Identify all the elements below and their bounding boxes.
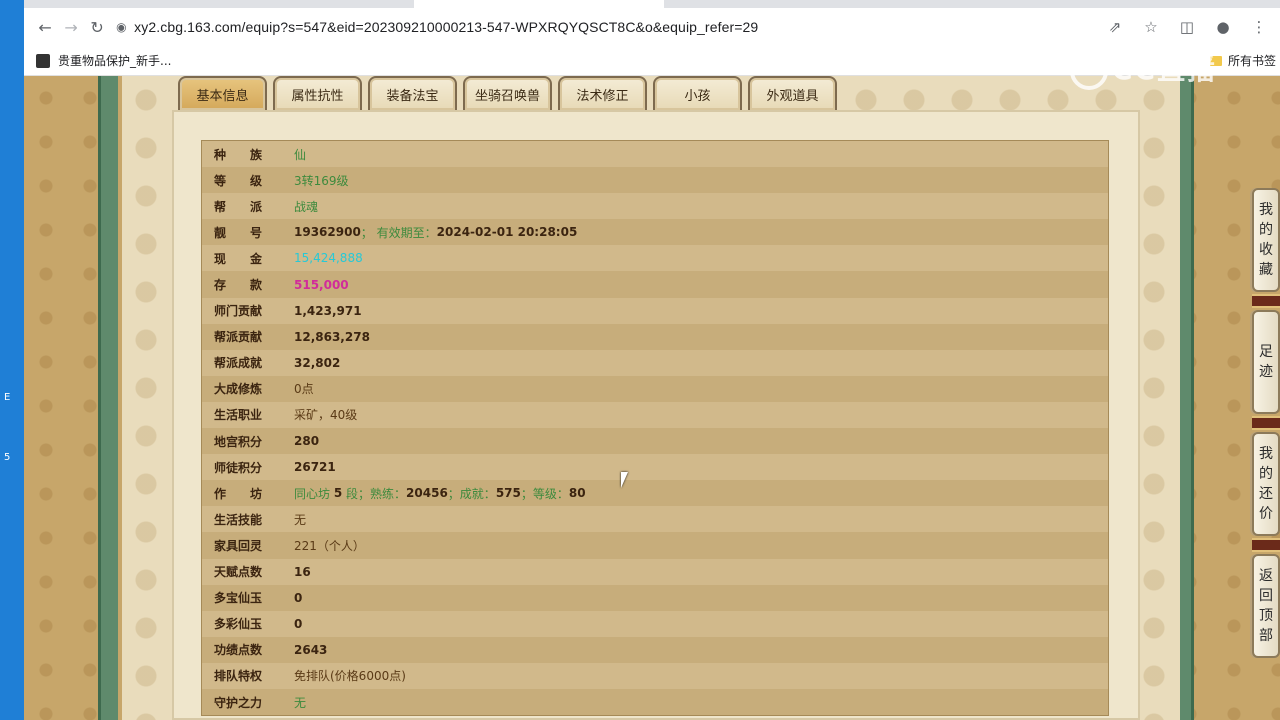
table-row: 功绩点数 2643	[202, 636, 1108, 663]
table-row: 现金 15,424,888	[202, 245, 1108, 272]
my-favorites-button[interactable]: 我的收藏	[1252, 188, 1280, 292]
table-row: 帮派贡献 12,863,278	[202, 323, 1108, 350]
table-row: 多彩仙玉 0	[202, 610, 1108, 637]
panel-border-left	[98, 76, 118, 720]
menu-icon[interactable]: ⋮	[1246, 14, 1272, 40]
table-row: 存款 515,000	[202, 271, 1108, 298]
watermark: CC直播	[1070, 48, 1217, 90]
active-browser-tab[interactable]	[414, 0, 664, 8]
site-info-icon[interactable]: ◉	[116, 20, 134, 34]
history-button[interactable]: 足迹	[1252, 310, 1280, 414]
table-row: 作坊 同心坊 5 段；熟练： 20456 ；成就： 575 ；等级： 80	[202, 480, 1108, 507]
basic-info-table: 种族仙 等级 3转169级 帮派 战魂 靓号 19362900； 有效期至： 2024-…	[201, 140, 1109, 717]
table-row: 大成修炼 0点	[202, 375, 1108, 402]
back-icon[interactable]: ←	[32, 13, 58, 41]
bookmark-favicon-icon	[36, 53, 50, 68]
tab-equipment[interactable]: 装备法宝	[368, 76, 457, 110]
bookmark-item[interactable]: 贵重物品保护_新手...	[58, 52, 171, 69]
background-window-strip: E 5	[0, 0, 24, 720]
browser-toolbar: ← → ↻ ◉ xy2.cbg.163.com/equip?s=547&eid=…	[24, 8, 1280, 46]
table-row: 生活职业 采矿，40级	[202, 401, 1108, 429]
scroll-divider	[1252, 416, 1280, 430]
table-row: 排队特权 免排队(价格6000点)	[202, 662, 1108, 689]
address-bar[interactable]: ◉ xy2.cbg.163.com/equip?s=547&eid=202309…	[116, 12, 1102, 42]
table-row: 帮派成就 32,802	[202, 349, 1108, 376]
table-row: 靓号 19362900； 有效期至： 2024-02-01 20:28:05	[202, 219, 1108, 246]
table-row: 家具回灵 221（个人）	[202, 532, 1108, 559]
tab-basic-info[interactable]: 基本信息	[178, 76, 267, 110]
table-row: 生活技能无	[202, 506, 1108, 533]
table-row: 天赋点数 16	[202, 558, 1108, 585]
back-to-top-button[interactable]: 返回顶部	[1252, 554, 1280, 658]
all-bookmarks[interactable]: 所有书签	[1209, 52, 1276, 69]
watermark-logo-icon	[1070, 52, 1108, 90]
share-icon[interactable]: ⇗	[1102, 14, 1128, 40]
panel-border-right	[1180, 76, 1194, 720]
scroll-divider	[1252, 294, 1280, 308]
tab-children[interactable]: 小孩	[653, 76, 742, 110]
tab-mounts-pets[interactable]: 坐骑召唤兽	[463, 76, 552, 110]
scroll-divider	[1252, 538, 1280, 552]
info-tabs: 基本信息 属性抗性 装备法宝 坐骑召唤兽 法术修正 小孩 外观道具	[178, 76, 837, 110]
table-row: 师门贡献 1,423,971	[202, 297, 1108, 324]
all-bookmarks-label: 所有书签	[1227, 54, 1276, 68]
table-row: 地宫积分 280	[202, 428, 1108, 455]
bookmark-star-icon[interactable]: ☆	[1138, 14, 1164, 40]
mouse-cursor-icon	[621, 472, 628, 488]
table-row: 等级 3转169级	[202, 167, 1108, 194]
side-panel-icon[interactable]: ◫	[1174, 14, 1200, 40]
profile-icon[interactable]: ●	[1210, 14, 1236, 40]
tab-strip	[24, 0, 1280, 8]
table-row: 种族仙	[202, 141, 1108, 168]
table-row: 帮派 战魂	[202, 193, 1108, 220]
tab-spell-mods[interactable]: 法术修正	[558, 76, 647, 110]
url-text[interactable]: xy2.cbg.163.com/equip?s=547&eid=20230921…	[134, 19, 758, 35]
table-row: 多宝仙玉 0	[202, 584, 1108, 611]
reload-icon[interactable]: ↻	[84, 13, 110, 41]
table-row: 守护之力无	[202, 688, 1108, 716]
my-offers-button[interactable]: 我的还价	[1252, 432, 1280, 536]
table-row: 师徒积分 26721	[202, 454, 1108, 481]
forward-icon[interactable]: →	[58, 13, 84, 41]
tab-appearance[interactable]: 外观道具	[748, 76, 837, 110]
tab-attributes[interactable]: 属性抗性	[273, 76, 362, 110]
